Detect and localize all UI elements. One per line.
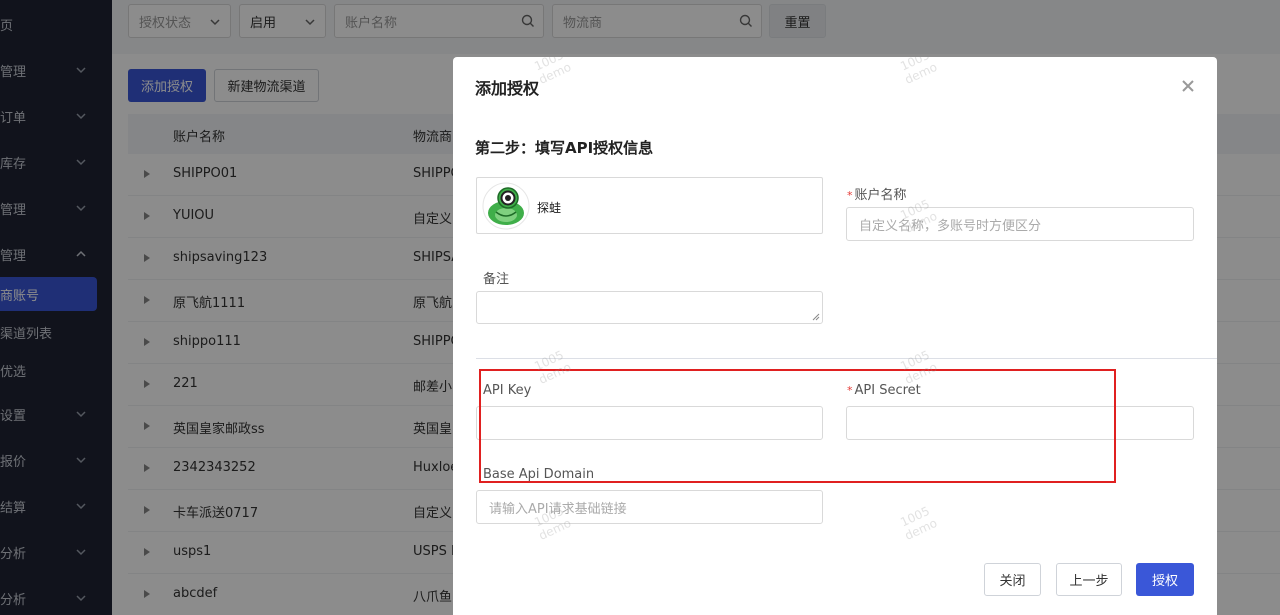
- step-title: 第二步：填写API授权信息: [475, 139, 654, 157]
- authorize-button[interactable]: 授权: [1136, 563, 1194, 596]
- previous-step-button[interactable]: 上一步: [1056, 563, 1122, 596]
- account-name-label-text: 账户名称: [854, 188, 907, 203]
- carrier-name: 探蛙: [537, 201, 562, 215]
- required-mark: *: [847, 189, 853, 202]
- selected-carrier-card: 探蛙: [476, 177, 823, 234]
- base-domain-field[interactable]: 请输入API请求基础链接: [476, 490, 823, 524]
- modal-title: 添加授权: [475, 79, 540, 98]
- remark-label: 备注: [483, 272, 510, 287]
- close-icon[interactable]: [1181, 79, 1195, 93]
- account-name-placeholder: 自定义名称，多账号时方便区分: [859, 218, 1042, 234]
- resize-handle-icon[interactable]: [812, 313, 820, 321]
- remark-textarea[interactable]: [476, 291, 823, 324]
- watermark: 1005 demo: [897, 503, 939, 543]
- frog-logo-icon: [482, 182, 530, 230]
- account-name-label: * 账户名称: [847, 184, 907, 203]
- close-button[interactable]: 关闭: [984, 563, 1041, 596]
- highlight-box: [479, 369, 1116, 483]
- section-divider: [476, 358, 1217, 359]
- add-auth-modal: 添加授权 第二步：填写API授权信息 探蛙 * 账户名称 自定义名称，多账号时方便…: [453, 57, 1217, 615]
